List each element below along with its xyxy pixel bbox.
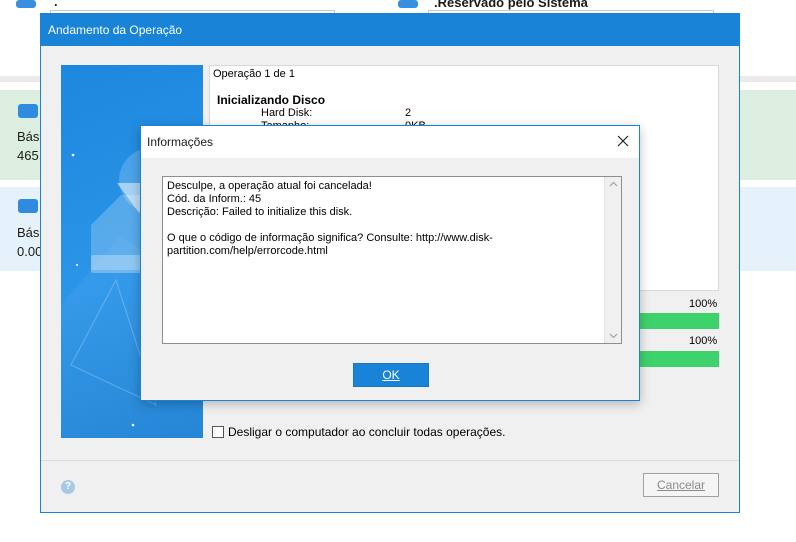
background-partition-label: .Reservado pelo Sistema <box>434 0 588 10</box>
progress-window-title: Andamento da Operação <box>48 23 183 37</box>
information-dialog: Informações Desculpe, a operação atual f… <box>140 125 640 401</box>
background-disk-1-size: 465. <box>17 148 43 163</box>
footer-divider <box>41 460 739 461</box>
dialog-message-box[interactable]: Desculpe, a operação atual foi cancelada… <box>162 176 622 344</box>
message-line: partition.com/help/errorcode.html <box>167 245 328 257</box>
scroll-up-arrow-icon[interactable] <box>605 177 622 191</box>
disk-icon <box>398 0 418 8</box>
shutdown-checkbox-label[interactable]: Desligar o computador ao concluir todas … <box>228 425 506 439</box>
disk-icon <box>18 104 38 118</box>
progress-percent-1: 100% <box>689 298 718 310</box>
dialog-titlebar[interactable]: Informações <box>141 126 639 158</box>
message-line: Cód. da Inform.: 45 <box>167 193 262 205</box>
message-scrollbar[interactable] <box>604 177 621 343</box>
operation-count: Operação 1 de 1 <box>213 68 295 80</box>
close-icon[interactable] <box>607 126 639 156</box>
progress-percent-2: 100% <box>689 335 718 347</box>
message-line: O que o código de informação significa? … <box>167 232 493 244</box>
disk-icon <box>18 199 38 213</box>
background-disk-1-type: Bási <box>17 129 43 144</box>
background-disk-2-type: Bási <box>17 225 43 240</box>
detail-label-hard-disk: Hard Disk: <box>261 107 313 119</box>
help-icon[interactable]: ? <box>61 480 75 494</box>
cancel-button[interactable]: Cancelar <box>643 473 719 497</box>
ok-button[interactable]: OK <box>353 363 429 387</box>
operation-title: Inicializando Disco <box>217 93 326 107</box>
disk-icon <box>16 0 36 8</box>
background-top-left-label: . <box>54 0 58 9</box>
progress-window-titlebar[interactable]: Andamento da Operação <box>41 14 739 46</box>
message-line: Desculpe, a operação atual foi cancelada… <box>167 180 372 192</box>
shutdown-option[interactable]: Desligar o computador ao concluir todas … <box>212 425 506 439</box>
shutdown-checkbox[interactable] <box>212 426 224 438</box>
background-disk-2-size: 0.00 <box>17 244 43 259</box>
scroll-down-arrow-icon[interactable] <box>605 329 622 343</box>
dialog-title: Informações <box>147 135 214 149</box>
detail-value-hard-disk: 2 <box>405 107 412 119</box>
close-x-glyph <box>617 135 629 147</box>
message-line: Descrição: Failed to initialize this dis… <box>167 206 353 218</box>
